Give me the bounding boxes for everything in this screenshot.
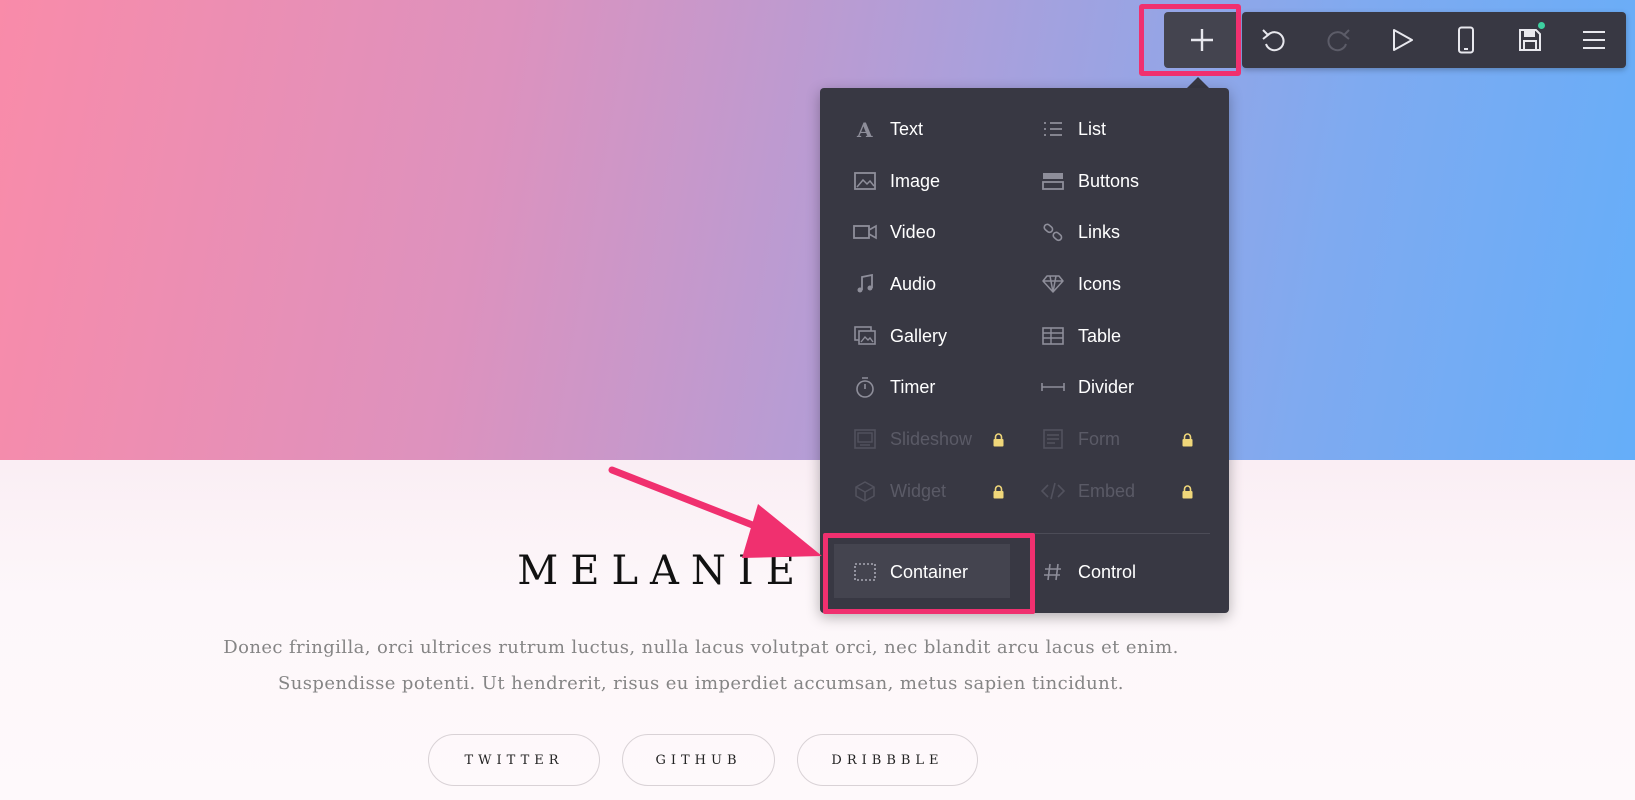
hash-icon <box>1040 561 1066 583</box>
embed-icon <box>1040 480 1066 502</box>
form-icon <box>1040 428 1066 450</box>
lock-icon <box>993 433 1004 447</box>
menu-item-embed: Embed <box>1040 471 1135 511</box>
menu-item-label: Video <box>890 221 936 242</box>
menu-item-form: Form <box>1040 419 1120 459</box>
dribbble-button[interactable]: DRIBBBLE <box>797 734 978 786</box>
menu-item-label: Text <box>890 118 924 139</box>
menu-item-icons[interactable]: Icons <box>1040 264 1121 304</box>
menu-item-gallery[interactable]: Gallery <box>852 316 947 356</box>
svg-text:A: A <box>856 118 873 140</box>
menu-item-label: Links <box>1078 221 1121 242</box>
menu-item-label: Timer <box>890 376 936 397</box>
bio-line: Donec fringilla, orci ultrices rutrum lu… <box>223 637 1179 658</box>
editor-toolbar <box>1242 12 1626 68</box>
audio-icon <box>852 273 878 295</box>
undo-button[interactable] <box>1242 12 1306 68</box>
lock-icon <box>993 485 1004 499</box>
github-button[interactable]: GITHUB <box>622 734 775 786</box>
menu-item-label: Embed <box>1078 480 1136 501</box>
menu-item-label: Buttons <box>1078 170 1140 191</box>
diamond-icon <box>1040 273 1066 295</box>
menu-item-label: Widget <box>890 480 947 501</box>
menu-item-buttons[interactable]: Buttons <box>1040 161 1139 201</box>
redo-icon <box>1327 29 1350 52</box>
mobile-icon <box>1458 26 1474 54</box>
lock-icon <box>1182 485 1193 499</box>
menu-item-label: Image <box>890 170 941 191</box>
timer-icon <box>852 376 878 398</box>
menu-item-control[interactable]: Control <box>1040 552 1136 592</box>
menu-item-label: Icons <box>1078 273 1122 294</box>
add-button-highlight <box>1139 4 1241 76</box>
divider-icon <box>1040 376 1066 398</box>
callout-arrow <box>608 466 822 558</box>
menu-icon <box>1583 31 1605 49</box>
social-links: TWITTER GITHUB DRIBBBLE <box>428 734 978 786</box>
menu-item-video[interactable]: Video <box>852 212 936 252</box>
menu-item-label: List <box>1078 118 1107 139</box>
preview-button[interactable] <box>1370 12 1434 68</box>
profile-bio: Donec fringilla, orci ultrices rutrum lu… <box>0 630 1402 702</box>
container-highlight <box>823 533 1035 614</box>
menu-item-label: Slideshow <box>890 428 973 449</box>
main-menu-button[interactable] <box>1562 12 1626 68</box>
menu-item-slideshow: Slideshow <box>852 419 972 459</box>
unsaved-indicator <box>1538 22 1545 29</box>
menu-item-label: Divider <box>1078 376 1135 397</box>
text-icon: A <box>852 118 878 140</box>
menu-item-label: Table <box>1078 325 1122 346</box>
menu-item-image[interactable]: Image <box>852 161 940 201</box>
lock-icon <box>1182 433 1193 447</box>
links-icon <box>1040 221 1066 243</box>
menu-item-label: Gallery <box>890 325 948 346</box>
undo-icon <box>1262 29 1285 52</box>
menu-item-links[interactable]: Links <box>1040 212 1120 252</box>
video-icon <box>852 221 878 243</box>
menu-item-table[interactable]: Table <box>1040 316 1121 356</box>
image-icon <box>852 170 878 192</box>
menu-item-label: Form <box>1078 428 1120 449</box>
menu-item-label: Control <box>1078 561 1137 582</box>
bio-line: Suspendisse potenti. Ut hendrerit, risus… <box>278 673 1124 694</box>
save-button[interactable] <box>1498 12 1562 68</box>
menu-item-widget: Widget <box>852 471 946 511</box>
list-icon <box>1040 118 1066 140</box>
twitter-button[interactable]: TWITTER <box>428 734 600 786</box>
slideshow-icon <box>852 428 878 450</box>
widget-icon <box>852 480 878 502</box>
redo-button[interactable] <box>1306 12 1370 68</box>
table-icon <box>1040 325 1066 347</box>
mobile-view-button[interactable] <box>1434 12 1498 68</box>
gallery-icon <box>852 325 878 347</box>
play-icon <box>1393 29 1413 51</box>
menu-item-divider[interactable]: Divider <box>1040 367 1134 407</box>
menu-item-timer[interactable]: Timer <box>852 367 935 407</box>
menu-item-text[interactable]: A Text <box>852 109 923 149</box>
menu-item-audio[interactable]: Audio <box>852 264 936 304</box>
menu-item-label: Audio <box>890 273 937 294</box>
menu-item-list[interactable]: List <box>1040 109 1106 149</box>
hero-banner <box>0 0 1635 460</box>
save-icon <box>1519 29 1541 51</box>
buttons-icon <box>1040 170 1066 192</box>
